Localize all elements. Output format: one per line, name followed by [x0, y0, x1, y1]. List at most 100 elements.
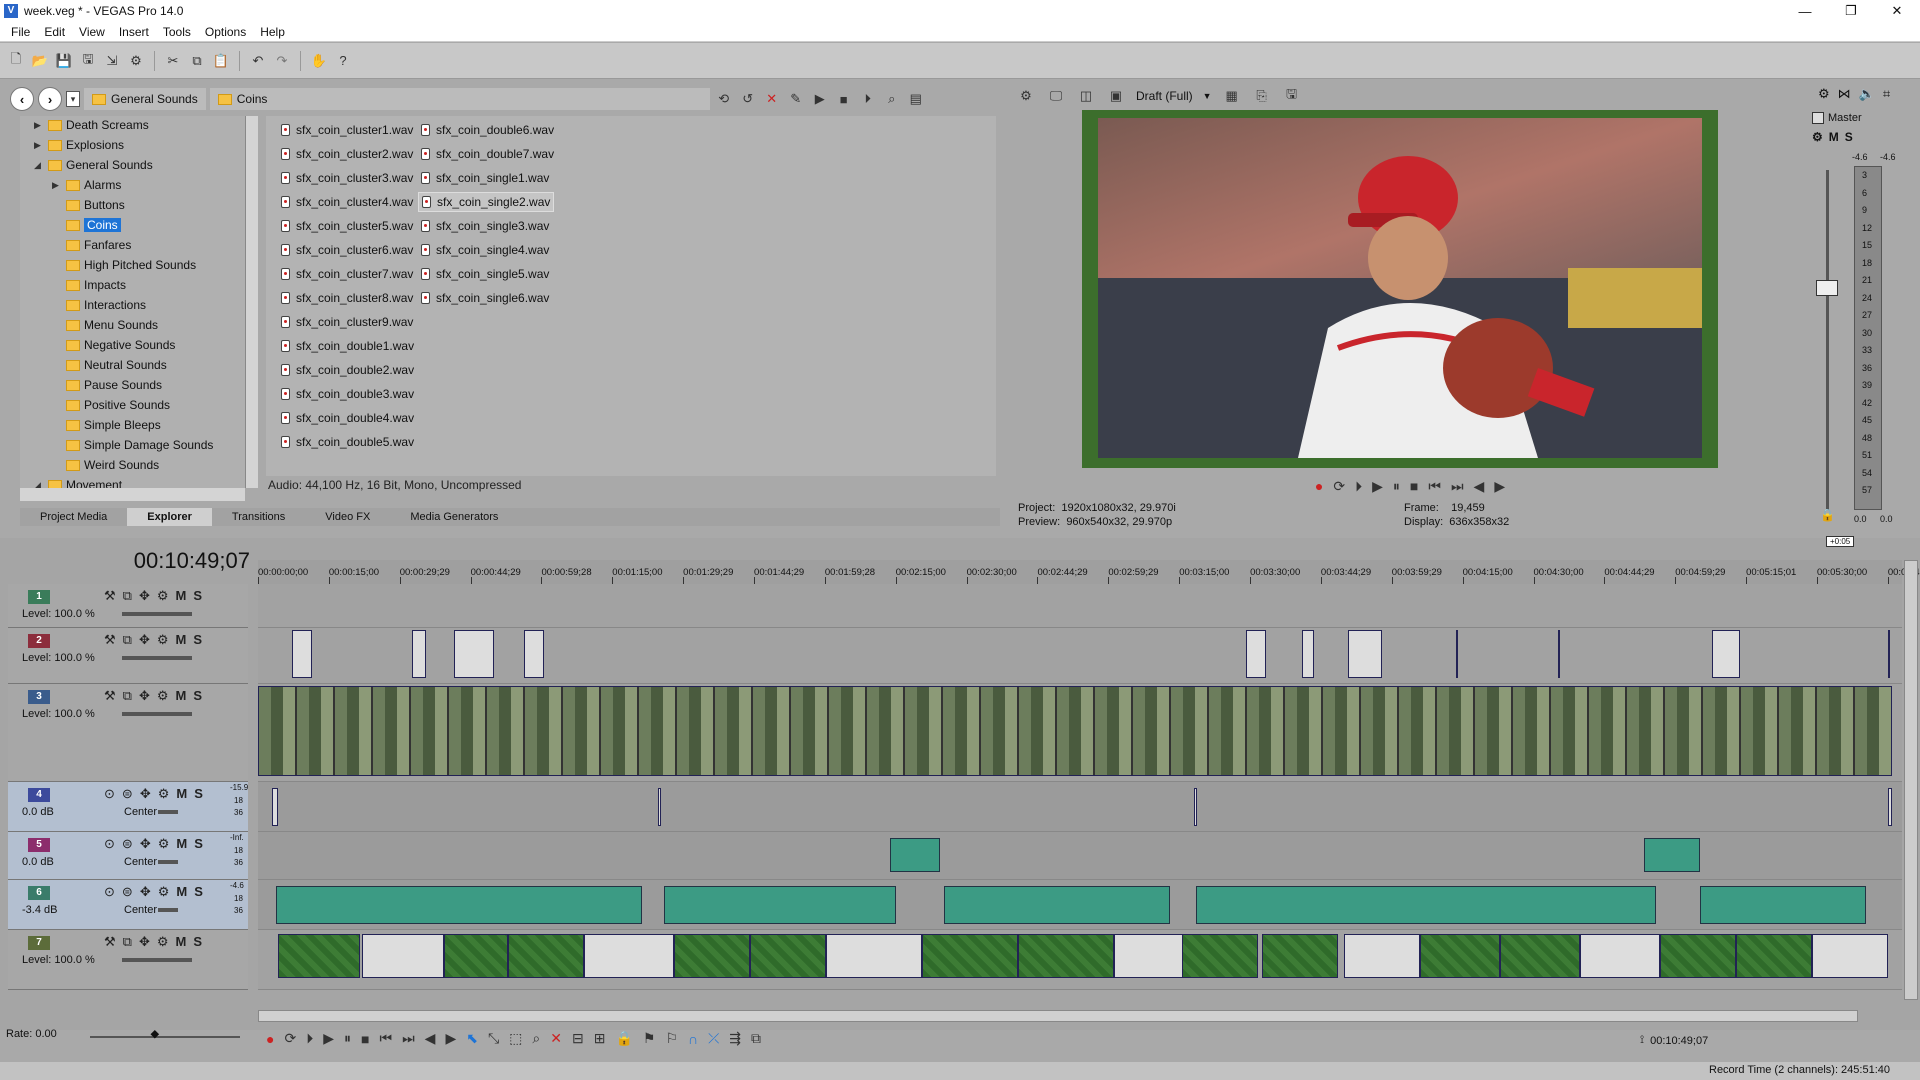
- new-icon[interactable]: 🗋: [6, 51, 26, 71]
- tree-item-weird-sounds[interactable]: Weird Sounds: [52, 456, 159, 474]
- file-item[interactable]: sfx_coin_single6.wav: [418, 288, 552, 308]
- track-header-6[interactable]: 6 -3.4 dB ⊙ ⊜ ✥ ⚙ M S Center -4.6 18 36: [8, 880, 248, 930]
- tree-item-simple-bleeps[interactable]: Simple Bleeps: [52, 416, 161, 434]
- timeline-clip[interactable]: [1344, 934, 1420, 978]
- file-item[interactable]: sfx_coin_cluster5.wav: [278, 216, 416, 236]
- loop-playback-icon[interactable]: ⟳: [284, 1030, 296, 1047]
- file-item[interactable]: sfx_coin_single5.wav: [418, 264, 552, 284]
- tree-item-negative-sounds[interactable]: Negative Sounds: [52, 336, 175, 354]
- history-dropdown-icon[interactable]: ▾: [66, 91, 80, 107]
- auto-crossfade-icon[interactable]: ⤫: [708, 1030, 719, 1047]
- play-from-start-icon[interactable]: ⏵: [306, 1030, 313, 1047]
- trim-icon[interactable]: ⊟: [572, 1030, 584, 1047]
- timeline-clip[interactable]: [444, 934, 508, 978]
- previous-frame-icon[interactable]: ◀: [425, 1030, 436, 1047]
- timeline-vertical-scrollbar[interactable]: [1904, 560, 1918, 1000]
- timeline-clip[interactable]: [1018, 934, 1114, 978]
- collapse-icon[interactable]: ◢: [34, 480, 44, 489]
- tab-transitions[interactable]: Transitions: [212, 508, 305, 526]
- track-header-2[interactable]: 2 Level: 100.0 % ⚒ ⧉ ✥ ⚙ M S: [8, 628, 248, 684]
- forward-button[interactable]: ›: [38, 87, 62, 111]
- timeline-clip[interactable]: [1262, 934, 1338, 978]
- stop-icon[interactable]: ■: [361, 1031, 369, 1047]
- timeline-clip[interactable]: [1712, 630, 1740, 678]
- track-mute-button[interactable]: M: [176, 688, 187, 704]
- track-lane-1[interactable]: [258, 584, 1902, 628]
- track-mute-button[interactable]: M: [176, 934, 187, 950]
- track-motion-icon[interactable]: ✥: [140, 836, 151, 852]
- file-item[interactable]: sfx_coin_double7.wav: [418, 144, 557, 164]
- bus-icon[interactable]: ⌗: [1883, 86, 1890, 102]
- compositing-icon[interactable]: ⧉: [123, 934, 132, 950]
- tree-item-high-pitched-sounds[interactable]: High Pitched Sounds: [52, 256, 196, 274]
- whats-this-help-icon[interactable]: ?: [333, 51, 353, 71]
- lock-envelopes-icon[interactable]: ⧉: [751, 1030, 761, 1047]
- file-item[interactable]: sfx_coin_single2.wav: [418, 192, 555, 212]
- tree-item-buttons[interactable]: Buttons: [52, 196, 125, 214]
- timeline-clip[interactable]: [658, 788, 661, 826]
- menu-edit[interactable]: Edit: [37, 25, 72, 39]
- file-item[interactable]: sfx_coin_cluster7.wav: [278, 264, 416, 284]
- close-button[interactable]: ✕: [1874, 0, 1920, 22]
- open-icon[interactable]: 📂: [30, 51, 50, 71]
- rate-slider-handle[interactable]: ⯁: [150, 1028, 160, 1043]
- timeline-clip[interactable]: [1420, 934, 1500, 978]
- file-item[interactable]: sfx_coin_cluster4.wav: [278, 192, 416, 212]
- back-button[interactable]: ‹: [10, 87, 34, 111]
- go-to-end-icon[interactable]: ⏭: [402, 1030, 415, 1047]
- stop-icon[interactable]: ■: [1410, 478, 1418, 494]
- file-item[interactable]: sfx_coin_single1.wav: [418, 168, 552, 188]
- parent-motion-icon[interactable]: ✥: [139, 632, 150, 648]
- play-from-start-icon[interactable]: ⏵: [1355, 478, 1362, 495]
- fx-icon[interactable]: ⚙: [1812, 130, 1823, 144]
- parent-motion-icon[interactable]: ✥: [139, 588, 150, 604]
- track-lane-2[interactable]: [258, 628, 1902, 684]
- track-fx-icon[interactable]: ⚙: [158, 836, 170, 852]
- tree-item-neutral-sounds[interactable]: Neutral Sounds: [52, 356, 167, 374]
- arm-record-icon[interactable]: ⊙: [104, 884, 115, 900]
- timeline-clip[interactable]: [508, 934, 584, 978]
- track-fx-icon[interactable]: ⚙: [157, 688, 169, 704]
- timeline-clip[interactable]: [1196, 886, 1656, 924]
- tree-vertical-scrollbar[interactable]: [245, 116, 258, 488]
- stop-preview-icon[interactable]: ■: [834, 89, 854, 109]
- timeline-clip[interactable]: [258, 686, 1892, 776]
- track-header-7[interactable]: 7 Level: 100.0 % ⚒ ⧉ ✥ ⚙ M S: [8, 930, 248, 990]
- track-level-slider[interactable]: [158, 860, 178, 864]
- speaker-icon[interactable]: 🔈: [1859, 86, 1875, 102]
- invert-phase-icon[interactable]: ⊜: [122, 836, 133, 852]
- timeline-clip[interactable]: [1644, 838, 1700, 872]
- master-checkbox[interactable]: [1812, 112, 1824, 124]
- tab-video-fx[interactable]: Video FX: [305, 508, 390, 526]
- track-level-slider[interactable]: [122, 656, 192, 660]
- file-item[interactable]: sfx_coin_single4.wav: [418, 240, 552, 260]
- tree-item-positive-sounds[interactable]: Positive Sounds: [52, 396, 170, 414]
- timeline-clip[interactable]: [1888, 630, 1890, 678]
- ripple-edit-icon[interactable]: ⇶: [729, 1030, 741, 1047]
- pause-icon[interactable]: ⏸: [344, 1030, 351, 1047]
- undo-icon[interactable]: ↺: [738, 89, 758, 109]
- track-level-slider[interactable]: [122, 612, 192, 616]
- timeline-clip[interactable]: [272, 788, 278, 826]
- track-header-3[interactable]: 3 Level: 100.0 % ⚒ ⧉ ✥ ⚙ M S: [8, 684, 248, 782]
- track-fx-icon[interactable]: ⚙: [157, 632, 169, 648]
- timeline-clip[interactable]: [584, 934, 674, 978]
- track-mute-button[interactable]: M: [176, 884, 187, 900]
- timeline-clip[interactable]: [1580, 934, 1660, 978]
- track-level-slider[interactable]: [158, 810, 178, 814]
- breadcrumb-general-sounds[interactable]: General Sounds: [84, 88, 206, 110]
- timeline-clip[interactable]: [1302, 630, 1314, 678]
- menu-tools[interactable]: Tools: [156, 25, 198, 39]
- play-icon[interactable]: ▶: [1372, 478, 1383, 495]
- timeline-clip[interactable]: [1736, 934, 1812, 978]
- timeline-ruler[interactable]: 00:00:00;00 00:00:15;00 00:00:29;29 00:00:4…: [258, 560, 1920, 586]
- file-item[interactable]: sfx_coin_double6.wav: [418, 120, 557, 140]
- lock-icon[interactable]: 🔒: [1820, 508, 1835, 522]
- tab-project-media[interactable]: Project Media: [20, 508, 127, 526]
- tree-item-menu-sounds[interactable]: Menu Sounds: [52, 316, 158, 334]
- master-solo-button[interactable]: S: [1845, 130, 1853, 144]
- zoom-tool-icon[interactable]: ⌕: [532, 1030, 540, 1047]
- timeline-clip[interactable]: [1700, 886, 1866, 924]
- timeline-clip[interactable]: [1114, 934, 1190, 978]
- marker-icon[interactable]: ⚑: [643, 1030, 656, 1047]
